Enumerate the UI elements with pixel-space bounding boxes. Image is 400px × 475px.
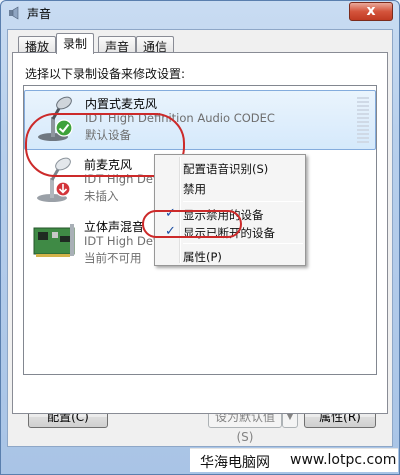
- device-name: 内置式麦克风: [85, 97, 158, 111]
- close-button[interactable]: x: [349, 2, 393, 21]
- title-bar[interactable]: 声音 x: [1, 1, 399, 25]
- device-name: 立体声混音: [84, 220, 145, 234]
- down-arrow-badge-icon: [55, 181, 71, 197]
- device-status: 当前不可用: [84, 251, 142, 265]
- menu-separator: [183, 243, 303, 244]
- device-status: 未插入: [84, 189, 119, 203]
- instruction-text: 选择以下录制设备来修改设置:: [25, 67, 186, 81]
- tab-communications[interactable]: 通信: [136, 36, 175, 54]
- sound-dialog: 声音 x 播放 录制 声音 通信 选择以下录制设备来修改设置: 内置式麦克风 I…: [0, 0, 400, 475]
- tab-playback[interactable]: 播放: [18, 36, 57, 54]
- menu-item-label: 属性(P): [183, 250, 222, 264]
- watermark-text: 华海电脑网: [200, 455, 270, 471]
- watermark: 华海电脑网 www.lotpc.com: [190, 448, 398, 472]
- menu-item-configure-speech[interactable]: 配置语音识别(S): [157, 158, 303, 178]
- menu-item-properties[interactable]: 属性(P): [157, 246, 303, 266]
- sound-card-icon: [33, 224, 75, 257]
- window-title: 声音: [27, 7, 52, 21]
- dialog-client: 播放 录制 声音 通信 选择以下录制设备来修改设置: 内置式麦克风 IDT Hi…: [7, 29, 393, 447]
- menu-separator: [183, 201, 303, 202]
- tab-sounds[interactable]: 声音: [98, 36, 137, 54]
- menu-item-label: 配置语音识别(S): [183, 162, 269, 176]
- annotation-ring-properties: [142, 210, 242, 238]
- menu-item-disable[interactable]: 禁用: [157, 178, 303, 198]
- watermark-url: www.lotpc.com: [290, 452, 397, 468]
- menu-item-label: 禁用: [183, 182, 206, 196]
- level-meter: [357, 97, 369, 145]
- close-icon: x: [366, 3, 376, 19]
- tab-recording[interactable]: 录制: [56, 33, 95, 54]
- speaker-icon: [9, 6, 19, 20]
